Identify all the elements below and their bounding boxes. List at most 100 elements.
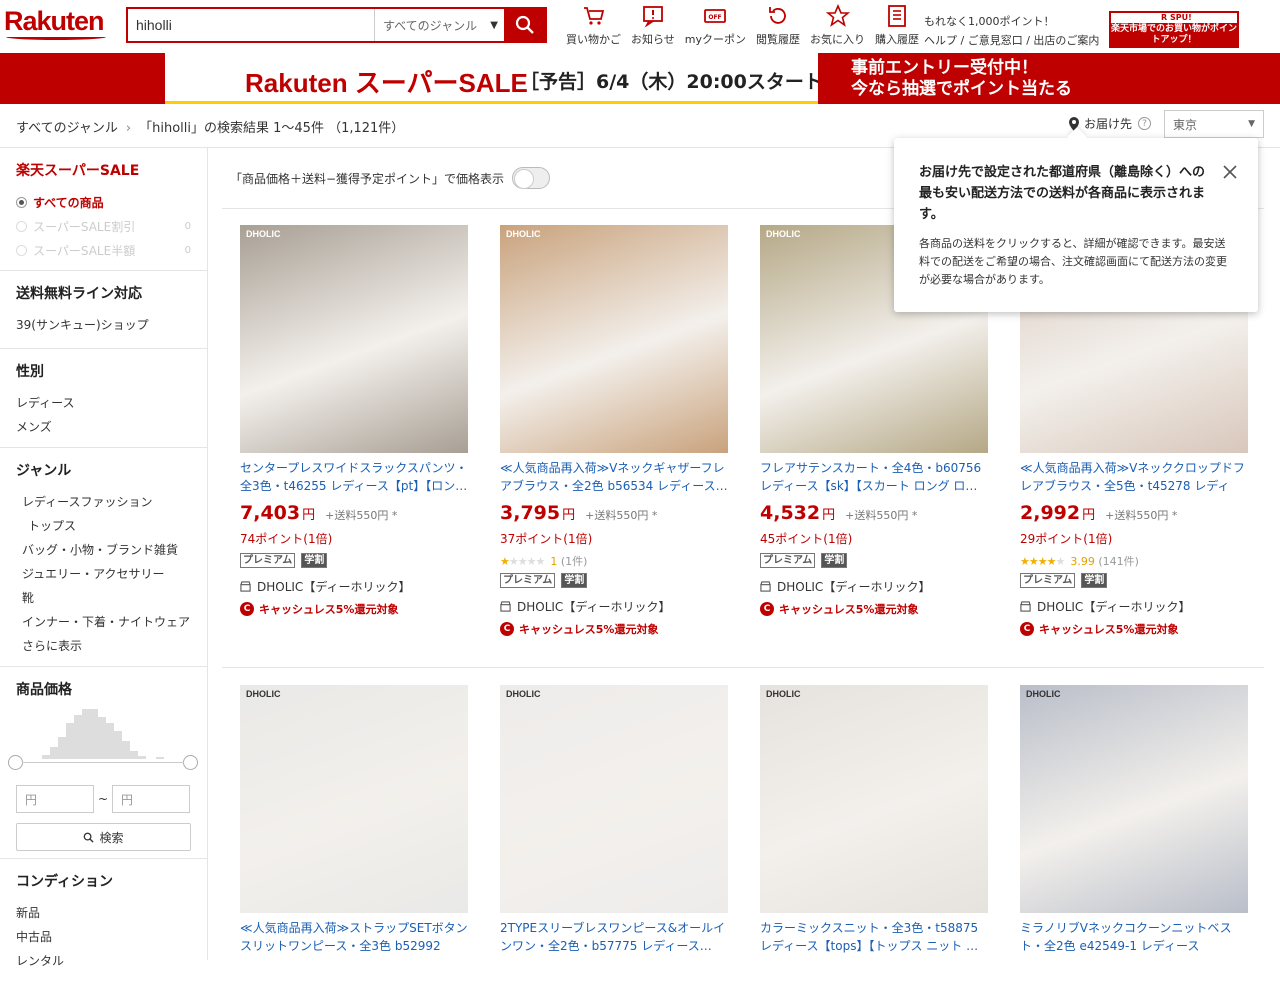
- shipping-fee[interactable]: +送料550円 *: [845, 507, 917, 523]
- rating[interactable]: ★★★★★ 1 (1件): [500, 553, 728, 568]
- nav-label: お知らせ: [631, 33, 675, 46]
- sidebar-sale-title: 楽天スーパーSALE: [16, 163, 140, 179]
- price-min-input[interactable]: 円: [16, 785, 94, 813]
- search-input[interactable]: [128, 9, 374, 41]
- shop-icon: [240, 581, 251, 592]
- product-title[interactable]: ≪人気商品再入荷≫Vネッククロップドフレアブラウス・全5色・t45278 レディ…: [1020, 459, 1248, 495]
- product-card[interactable]: DHOLIC ミラノリブVネックコクーンニットベスト・全2色 e42549-1 レ…: [1020, 685, 1248, 955]
- cashless-icon: C: [500, 622, 514, 636]
- shipping-fee[interactable]: +送料550円 *: [1105, 507, 1177, 523]
- rating[interactable]: ★★★★★ 3.99 (141件): [1020, 553, 1248, 568]
- nav-coupon[interactable]: OFF myクーポン: [685, 4, 746, 47]
- cashless-label: C キャッシュレス5%還元対象: [500, 621, 728, 637]
- purchase-history-icon: [888, 5, 906, 27]
- price-search-button[interactable]: 検索: [16, 823, 191, 851]
- badges: プレミアム 学割: [1020, 573, 1248, 588]
- shipping-fee[interactable]: +送料550円 *: [325, 507, 397, 523]
- sidebar-genre-item[interactable]: インナー・下着・ナイトウェア: [16, 610, 191, 634]
- search-button[interactable]: [504, 9, 545, 41]
- breadcrumb-root[interactable]: すべてのジャンル: [16, 121, 118, 136]
- points-campaign-link[interactable]: もれなく1,000ポイント！: [924, 12, 1099, 31]
- shop-name[interactable]: DHOLIC【ディーホリック】: [240, 578, 468, 595]
- radio-all-items[interactable]: すべての商品: [16, 190, 191, 214]
- rakuten-logo[interactable]: Rakuten: [4, 6, 105, 37]
- sidebar-show-more[interactable]: さらに表示: [16, 634, 191, 658]
- price-histogram: [16, 709, 191, 759]
- sidebar-link-39shop[interactable]: 39(サンキュー)ショップ: [16, 313, 191, 337]
- deliver-label: お届け先: [1084, 117, 1133, 131]
- search-bar: すべてのジャンル ▼: [126, 7, 547, 43]
- price-max-input[interactable]: 円: [112, 785, 190, 813]
- sidebar-genre-item[interactable]: 靴: [16, 586, 191, 610]
- nav-purchase-history[interactable]: 購入履歴: [875, 4, 919, 47]
- price-display-toggle[interactable]: [512, 167, 551, 189]
- sidebar-condition-item[interactable]: 新品: [16, 901, 191, 925]
- sidebar-link-ladies[interactable]: レディース: [16, 391, 191, 415]
- radio-icon: [16, 220, 27, 232]
- product-image[interactable]: DHOLIC: [1020, 685, 1248, 913]
- radio-count: 0: [184, 220, 191, 232]
- nav-label: myクーポン: [684, 33, 747, 46]
- sidebar-genre-item[interactable]: バッグ・小物・ブランド雑貨: [16, 538, 191, 562]
- product-card[interactable]: DHOLIC ≪人気商品再入荷≫Vネックギャザーフレアブラウス・全2色 b5653…: [500, 225, 728, 637]
- sidebar-condition-item[interactable]: レンタル: [16, 949, 191, 973]
- nav-favorites[interactable]: お気に入り: [810, 4, 865, 47]
- product-card[interactable]: DHOLIC センタープレスワイドスラックスパンツ・全3色・t46255 レディー…: [240, 225, 468, 617]
- shop-name[interactable]: DHOLIC【ディーホリック】: [500, 598, 728, 615]
- product-image[interactable]: DHOLIC: [500, 225, 728, 453]
- toggle-label: 「商品価格＋送料−獲得予定ポイント」で価格表示: [230, 171, 505, 186]
- radio-sale-half[interactable]: スーパーSALE半額 0: [16, 238, 191, 262]
- popover-title: お届け先で設定された都道府県（離島除く）への最も安い配送方法での送料が各商品に表…: [919, 165, 1206, 222]
- product-price: 2,992: [1020, 502, 1081, 524]
- nav-notice[interactable]: お知らせ: [631, 4, 675, 47]
- histogram-bar: [114, 731, 122, 759]
- super-sale-banner[interactable]: Rakuten スーパーSALE ［予告］6/4（木）20:00スタート 事前エ…: [0, 53, 1280, 104]
- radio-sale-discount[interactable]: スーパーSALE割引 0: [16, 214, 191, 238]
- chevron-down-icon: ▼: [1248, 119, 1255, 129]
- shop-icon: [500, 601, 511, 612]
- sidebar-gender-section: 性別 レディース メンズ: [0, 349, 207, 448]
- product-title[interactable]: センタープレスワイドスラックスパンツ・全3色・t46255 レディース【pt】【…: [240, 459, 468, 495]
- product-title[interactable]: フレアサテンスカート・全4色・b60756 レディース【sk】【スカート ロング…: [760, 459, 988, 495]
- sidebar-condition-item[interactable]: 中古品: [16, 925, 191, 949]
- help-links[interactable]: ヘルプ / ご意見窓口 / 出店のご案内: [924, 31, 1099, 50]
- product-card[interactable]: DHOLIC 2TYPEスリーブレスワンピース&オールインワン・全2色・b5777…: [500, 685, 728, 955]
- product-image[interactable]: DHOLIC: [240, 225, 468, 453]
- nav-history[interactable]: 閲覧履歴: [756, 4, 800, 47]
- premium-badge: プレミアム: [1020, 573, 1076, 588]
- product-title[interactable]: ≪人気商品再入荷≫Vネックギャザーフレアブラウス・全2色 b56534 レディー…: [500, 459, 728, 495]
- notice-icon: [642, 6, 663, 28]
- close-icon[interactable]: [1220, 162, 1240, 182]
- spu-text: 楽天市場でのお買い物がポイントアップ！: [1111, 24, 1238, 45]
- product-title[interactable]: カラーミックスニット・全3色・t58875 レディース【tops】【トップス ニ…: [760, 919, 988, 955]
- histogram-bar: [66, 723, 74, 759]
- product-title[interactable]: ≪人気商品再入荷≫ストラップSETボタンスリットワンピース・全3色 b52992…: [240, 919, 468, 955]
- star-icon: [825, 4, 850, 27]
- radio-icon: [16, 196, 27, 208]
- product-image[interactable]: DHOLIC: [500, 685, 728, 913]
- shop-name[interactable]: DHOLIC【ディーホリック】: [760, 578, 988, 595]
- product-image[interactable]: DHOLIC: [240, 685, 468, 913]
- shipping-fee[interactable]: +送料550円 *: [585, 507, 657, 523]
- genre-select[interactable]: すべてのジャンル ▼: [374, 9, 504, 41]
- shop-name[interactable]: DHOLIC【ディーホリック】: [1020, 598, 1248, 615]
- nav-cart[interactable]: 買い物かご: [566, 4, 621, 47]
- product-card[interactable]: DHOLIC ≪人気商品再入荷≫ストラップSETボタンスリットワンピース・全3色 …: [240, 685, 468, 955]
- product-title[interactable]: 2TYPEスリーブレスワンピース&オールインワン・全2色・b57775 レディー…: [500, 919, 728, 955]
- sidebar-genre-item[interactable]: トップス: [16, 514, 191, 538]
- sidebar-genre-item[interactable]: ジュエリー・アクセサリー: [16, 562, 191, 586]
- sidebar-link-mens[interactable]: メンズ: [16, 415, 191, 439]
- price-slider-max-handle[interactable]: [183, 755, 198, 770]
- product-price: 3,795: [500, 502, 561, 524]
- product-card[interactable]: DHOLIC カラーミックスニット・全3色・t58875 レディース【tops】【…: [760, 685, 988, 955]
- spu-banner[interactable]: R SPU! 楽天市場でのお買い物がポイントアップ！: [1109, 11, 1239, 48]
- prefecture-select[interactable]: 東京 ▼: [1164, 110, 1264, 138]
- sidebar-genre-item[interactable]: レディースファッション: [16, 490, 191, 514]
- help-icon[interactable]: ?: [1138, 117, 1152, 130]
- product-points: 29ポイント(1倍): [1020, 532, 1113, 546]
- brand-tag: DHOLIC: [246, 229, 281, 239]
- product-title[interactable]: ミラノリブVネックコクーンニットベスト・全2色 e42549-1 レディース【t…: [1020, 919, 1248, 955]
- price-slider-min-handle[interactable]: [8, 755, 23, 770]
- product-image[interactable]: DHOLIC: [760, 685, 988, 913]
- student-badge: 学割: [821, 553, 848, 568]
